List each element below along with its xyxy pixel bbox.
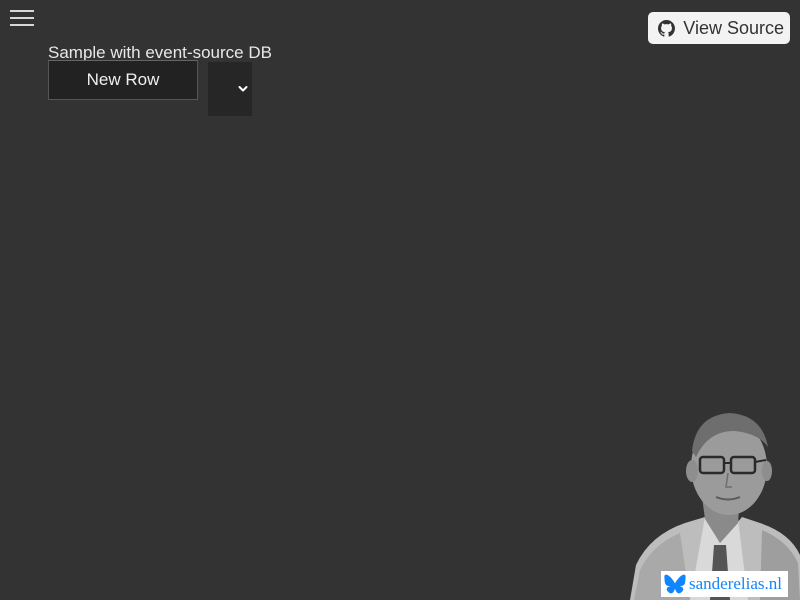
github-icon: [658, 19, 676, 37]
site-link-badge[interactable]: sanderelias.nl: [661, 571, 788, 597]
hamburger-menu-icon: [10, 10, 34, 12]
hamburger-bar: [10, 17, 34, 19]
view-source-button[interactable]: View Source: [648, 12, 790, 44]
page: View Source Sample with event-source DB …: [0, 0, 800, 600]
db-select[interactable]: [208, 62, 252, 116]
hamburger-menu-button[interactable]: [10, 9, 34, 27]
new-row-button[interactable]: New Row: [48, 60, 198, 100]
bluesky-butterfly-icon: [664, 574, 686, 594]
hamburger-bar: [10, 24, 34, 26]
view-source-label: View Source: [683, 18, 784, 38]
chevron-down-icon: [238, 86, 248, 92]
site-link-label: sanderelias.nl: [689, 574, 782, 593]
